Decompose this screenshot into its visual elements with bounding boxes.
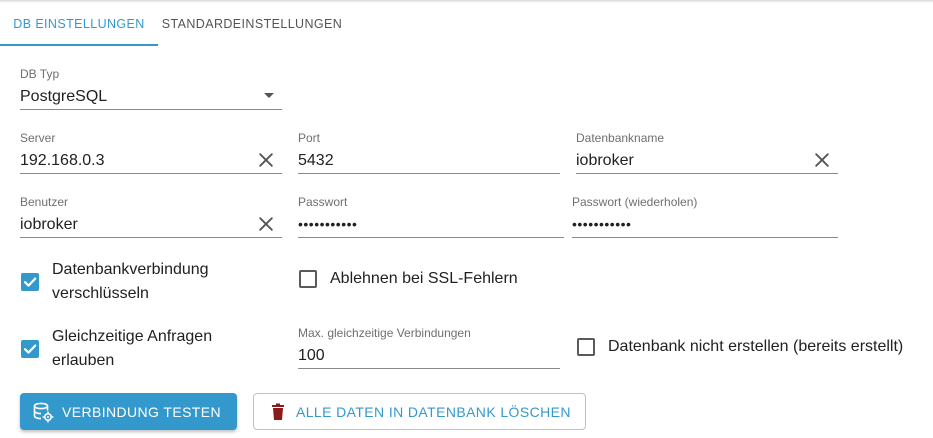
max-connections-underline (298, 368, 560, 369)
user-underline (20, 237, 282, 238)
parallel-requests-label: Gleichzeitige Anfragen erlauben (52, 325, 212, 373)
password-repeat-input[interactable]: ••••••••••• (572, 216, 631, 232)
tab-bar: DB EINSTELLUNGEN STANDARDEINSTELLUNGEN (0, 0, 933, 47)
encrypt-connection-checkbox-row[interactable]: Datenbankverbindung verschlüsseln (21, 258, 209, 306)
dbname-field[interactable]: Datenbankname iobroker (576, 131, 838, 179)
password-underline (298, 237, 564, 238)
delete-all-data-button[interactable]: ALLE DATEN IN DATENBANK LÖSCHEN (253, 393, 586, 430)
trash-icon (268, 402, 288, 422)
checkmark-icon (23, 277, 37, 287)
encrypt-connection-label-line1: Datenbankverbindung (52, 261, 209, 278)
dbname-underline (576, 173, 838, 174)
checkmark-icon (23, 344, 37, 354)
reject-ssl-checkbox[interactable] (299, 270, 317, 288)
database-settings-icon (32, 401, 54, 423)
port-field[interactable]: Port 5432 (298, 131, 560, 179)
parallel-requests-label-line1: Gleichzeitige Anfragen (52, 328, 213, 345)
tab-default-settings[interactable]: STANDARDEINSTELLUNGEN (158, 0, 346, 47)
password-label: Passwort (298, 195, 348, 209)
close-icon[interactable] (812, 150, 832, 170)
reject-ssl-label: Ablehnen bei SSL-Fehlern (330, 270, 518, 287)
no-create-db-checkbox-row[interactable]: Datenbank nicht erstellen (bereits erste… (577, 335, 903, 359)
user-field[interactable]: Benutzer iobroker (20, 195, 282, 243)
test-connection-button-label: VERBINDUNG TESTEN (62, 403, 222, 420)
no-create-db-checkbox[interactable] (577, 338, 595, 356)
password-input[interactable]: ••••••••••• (298, 216, 357, 232)
password-field[interactable]: Passwort ••••••••••• (298, 195, 564, 243)
server-input[interactable]: 192.168.0.3 (20, 152, 105, 170)
db-type-value: PostgreSQL (20, 88, 108, 105)
reject-ssl-checkbox-row[interactable]: Ablehnen bei SSL-Fehlern (299, 267, 518, 291)
server-label: Server (20, 131, 56, 145)
port-underline (298, 173, 560, 174)
port-input[interactable]: 5432 (298, 152, 334, 170)
db-type-select[interactable]: DB Typ PostgreSQL (20, 67, 282, 115)
parallel-requests-checkbox-row[interactable]: Gleichzeitige Anfragen erlauben (21, 325, 212, 373)
password-repeat-label: Passwort (wiederholen) (572, 195, 698, 209)
test-connection-button[interactable]: VERBINDUNG TESTEN (20, 393, 237, 430)
max-connections-input[interactable]: 100 (298, 347, 325, 365)
tab-active-indicator (0, 44, 158, 46)
dbname-label: Datenbankname (576, 131, 665, 145)
encrypt-connection-checkbox[interactable] (21, 273, 39, 291)
no-create-db-label: Datenbank nicht erstellen (bereits erste… (608, 338, 904, 355)
db-type-underline (20, 109, 282, 110)
password-repeat-field[interactable]: Passwort (wiederholen) ••••••••••• (572, 195, 838, 243)
port-label: Port (298, 131, 321, 145)
parallel-requests-checkbox[interactable] (21, 340, 39, 358)
dbname-input[interactable]: iobroker (576, 152, 634, 170)
user-input[interactable]: iobroker (20, 216, 78, 234)
tab-db-settings[interactable]: DB EINSTELLUNGEN (0, 0, 158, 47)
encrypt-connection-label-line2: verschlüsseln (52, 285, 149, 302)
encrypt-connection-label: Datenbankverbindung verschlüsseln (52, 258, 209, 306)
delete-all-data-button-label: ALLE DATEN IN DATENBANK LÖSCHEN (296, 403, 571, 420)
user-label: Benutzer (20, 195, 69, 209)
max-connections-label: Max. gleichzeitige Verbindungen (298, 326, 471, 340)
caret-down-icon[interactable] (264, 93, 274, 98)
max-connections-field[interactable]: Max. gleichzeitige Verbindungen 100 (298, 326, 560, 374)
password-repeat-underline (572, 237, 838, 238)
close-icon[interactable] (256, 150, 276, 170)
close-icon[interactable] (256, 214, 276, 234)
server-underline (20, 173, 282, 174)
parallel-requests-label-line2: erlauben (52, 352, 115, 369)
server-field[interactable]: Server 192.168.0.3 (20, 131, 282, 179)
db-type-label: DB Typ (20, 67, 60, 81)
